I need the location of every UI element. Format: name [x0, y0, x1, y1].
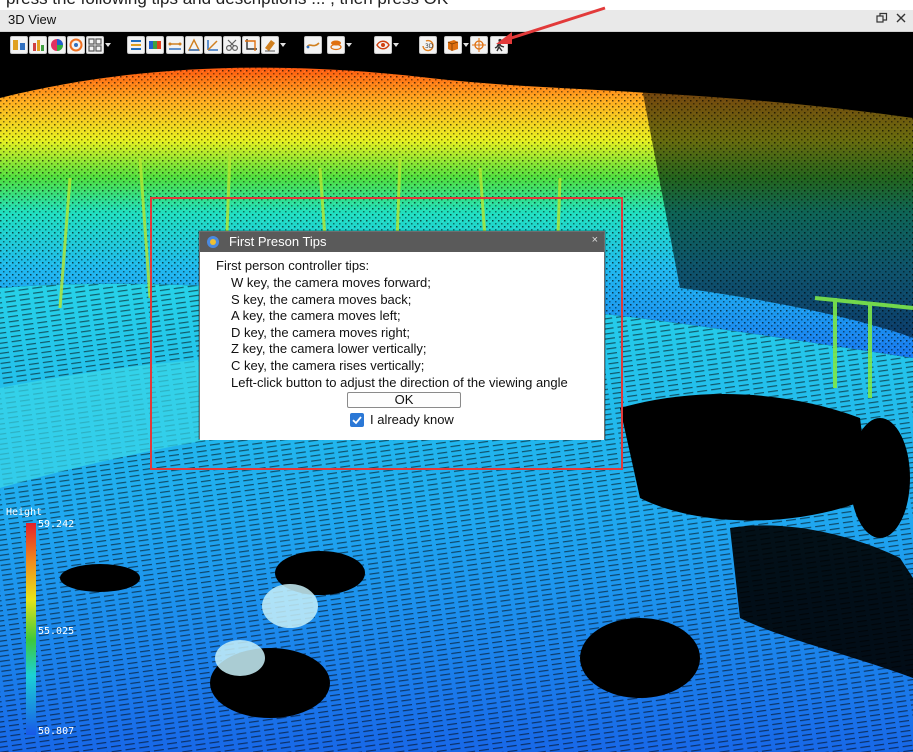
color-by-height-icon[interactable]: [10, 36, 28, 54]
tip-item: A key, the camera moves left;: [231, 308, 401, 324]
eye-visibility-icon[interactable]: [374, 36, 392, 54]
dialog-titlebar: First Preson Tips ×: [200, 232, 604, 252]
measure-distance-icon[interactable]: [166, 36, 184, 54]
crop-icon[interactable]: [242, 36, 260, 54]
checkmark-icon: [352, 416, 362, 425]
color-by-rgb-icon[interactable]: [48, 36, 66, 54]
measure-slope-icon[interactable]: [204, 36, 222, 54]
legend-title: Height: [6, 507, 43, 518]
legend-mid-value: 55.025: [38, 626, 75, 637]
classify-icon[interactable]: [29, 36, 47, 54]
close-icon[interactable]: [894, 12, 908, 28]
first-person-tips-dialog: First Preson Tips × First person control…: [199, 231, 605, 440]
layer-stack-dropdown-arrow[interactable]: [346, 43, 352, 47]
legend-min-value: 50.807: [38, 726, 75, 737]
view-cube-dropdown-arrow[interactable]: [463, 43, 469, 47]
grid-display-dropdown-arrow[interactable]: [105, 43, 111, 47]
tip-item: Z key, the camera lower vertically;: [231, 341, 427, 357]
legend-max-value: 59.242: [38, 519, 75, 530]
grid-display-icon[interactable]: [86, 36, 104, 54]
ok-button[interactable]: OK: [347, 392, 461, 408]
tips-list: W key, the camera moves forward; S key, …: [231, 275, 568, 391]
window-title: 3D View: [8, 12, 57, 27]
height-legend: Height 59.242 55.025 50.807: [6, 507, 106, 743]
center-target-icon[interactable]: [470, 36, 488, 54]
dialog-close-icon[interactable]: ×: [592, 234, 598, 246]
svg-text:3D: 3D: [425, 43, 434, 50]
view-cube-icon[interactable]: [444, 36, 462, 54]
app-logo-icon: [207, 236, 219, 248]
tip-item: Left-click button to adjust the directio…: [231, 374, 568, 390]
filter-icon[interactable]: [127, 36, 145, 54]
layer-stack-icon[interactable]: [327, 36, 345, 54]
eraser-dropdown-arrow[interactable]: [280, 43, 286, 47]
already-know-checkbox[interactable]: [350, 413, 364, 427]
rotate-3d-icon[interactable]: 3D: [419, 36, 437, 54]
caption-cut-text: press the following tips and description…: [6, 0, 448, 9]
tip-item: S key, the camera moves back;: [231, 291, 412, 307]
tips-heading: First person controller tips:: [216, 258, 370, 273]
dialog-title: First Preson Tips: [229, 234, 327, 249]
scissor-icon[interactable]: [223, 36, 241, 54]
tip-item: D key, the camera moves right;: [231, 324, 410, 340]
color-bar-icon[interactable]: [146, 36, 164, 54]
eraser-icon[interactable]: [261, 36, 279, 54]
view-toolbar: 3D: [0, 32, 913, 58]
height-color-bar: [26, 523, 36, 735]
color-by-intensity-icon[interactable]: [67, 36, 85, 54]
eye-visibility-dropdown-arrow[interactable]: [393, 43, 399, 47]
measure-height-icon[interactable]: [185, 36, 203, 54]
restore-icon[interactable]: [875, 12, 889, 28]
tip-item: W key, the camera moves forward;: [231, 275, 431, 290]
tip-item: C key, the camera rises vertically;: [231, 357, 425, 373]
first-person-walk-icon[interactable]: [490, 36, 508, 54]
already-know-label[interactable]: I already know: [370, 412, 454, 427]
caption-strip: press the following tips and description…: [0, 0, 913, 10]
dialog-body: First person controller tips: W key, the…: [200, 252, 604, 440]
roaming-icon[interactable]: [304, 36, 322, 54]
window-titlebar: 3D View: [0, 10, 913, 32]
